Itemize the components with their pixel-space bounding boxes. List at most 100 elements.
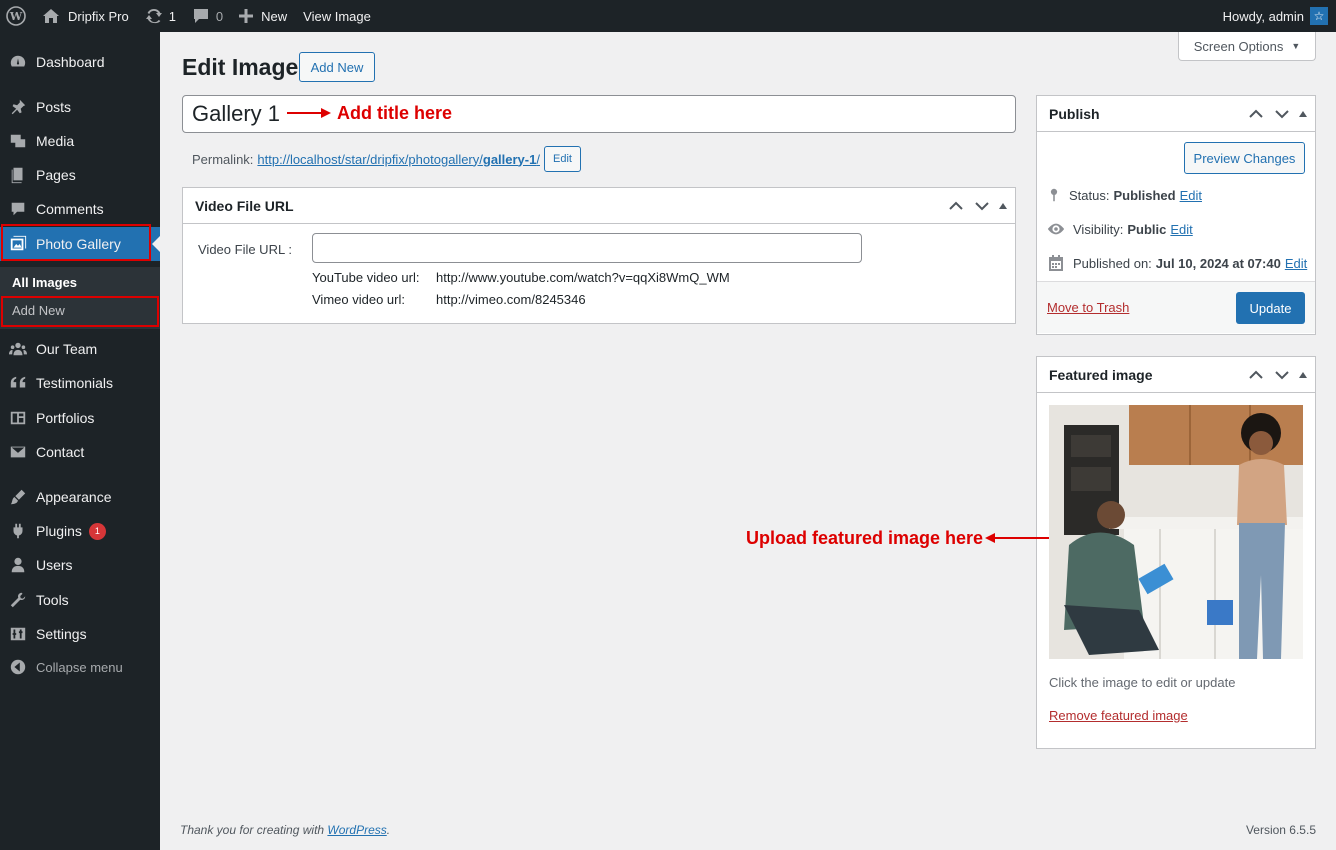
wordpress-link[interactable]: WordPress [327, 823, 386, 837]
toggle-panel-icon[interactable] [1299, 371, 1307, 378]
site-name-link[interactable]: Dripfix Pro [34, 0, 137, 32]
collapse-label: Collapse menu [36, 659, 123, 675]
sidebar-item-testimonials[interactable]: Testimonials [0, 366, 160, 400]
mail-icon [0, 443, 36, 461]
sidebar-item-contact[interactable]: Contact [0, 435, 160, 469]
sidebar-item-pages[interactable]: Pages [0, 158, 160, 192]
featured-image-help: Click the image to edit or update [1049, 675, 1236, 690]
sidebar-item-label: Portfolios [36, 410, 95, 426]
svg-text:W: W [9, 10, 23, 23]
add-new-button[interactable]: Add New [299, 52, 375, 82]
move-to-trash-link[interactable]: Move to Trash [1047, 300, 1129, 315]
chevron-up-icon[interactable] [1247, 366, 1265, 384]
submenu-all-images[interactable]: All Images [12, 275, 77, 290]
wrench-icon [0, 591, 36, 609]
sidebar-item-appearance[interactable]: Appearance [0, 480, 160, 514]
box-handles [947, 197, 1015, 215]
permalink-slug: gallery-1 [482, 151, 537, 167]
sidebar-item-label: Tools [36, 592, 69, 608]
published-on-edit-link[interactable]: Edit [1285, 256, 1307, 271]
featured-box-header: Featured image [1037, 357, 1315, 393]
avatar: ☆ [1310, 7, 1328, 25]
screen-options-button[interactable]: Screen Options ▼ [1178, 32, 1316, 61]
video-file-url-input[interactable] [312, 233, 862, 263]
new-label: New [261, 8, 288, 24]
published-on-row: Published on: Jul 10, 2024 at 07:40 Edit [1047, 254, 1307, 272]
sidebar-item-label: Users [36, 557, 73, 573]
remove-featured-image-link[interactable]: Remove featured image [1049, 708, 1188, 723]
calendar-icon [1049, 255, 1063, 271]
sidebar-item-portfolios[interactable]: Portfolios [0, 401, 160, 435]
settings-icon [0, 625, 36, 643]
youtube-example: http://www.youtube.com/watch?v=qqXi8WmQ_… [436, 270, 730, 285]
annotation-featured: Upload featured image here [746, 528, 984, 548]
sidebar-item-label: Appearance [36, 489, 112, 505]
visibility-edit-link[interactable]: Edit [1170, 222, 1192, 237]
sidebar-item-comments[interactable]: Comments [0, 192, 160, 226]
sidebar-item-label: Testimonials [36, 375, 114, 391]
sidebar-item-dashboard[interactable]: Dashboard [0, 45, 160, 79]
box-handles [1247, 105, 1315, 123]
chevron-down-icon[interactable] [1273, 105, 1291, 123]
status-value: Published [1113, 187, 1176, 203]
toggle-panel-icon[interactable] [1299, 110, 1307, 117]
sidebar-item-label: Posts [36, 99, 72, 115]
plugins-update-badge: 1 [88, 522, 106, 540]
updates-count: 1 [168, 8, 176, 24]
sidebar-item-plugins[interactable]: Plugins 1 [0, 514, 160, 548]
sidebar-item-users[interactable]: Users [0, 548, 160, 582]
chevron-up-icon[interactable] [947, 197, 965, 215]
video-box-title: Video File URL [195, 197, 294, 214]
published-on-label: Published on: [1073, 255, 1152, 271]
sidebar-item-tools[interactable]: Tools [0, 583, 160, 617]
media-icon [0, 132, 36, 150]
permalink-edit-button[interactable]: Edit [543, 146, 581, 172]
comments-link[interactable]: 0 [184, 0, 231, 32]
youtube-label: YouTube video url: [312, 270, 420, 285]
sidebar-item-settings[interactable]: Settings [0, 617, 160, 651]
toggle-panel-icon[interactable] [999, 202, 1007, 209]
team-icon [0, 340, 36, 358]
admin-bar: W Dripfix Pro 1 0 New View Image Howdy, … [0, 0, 1336, 32]
visibility-value: Public [1127, 221, 1167, 237]
preview-changes-button[interactable]: Preview Changes [1184, 142, 1305, 174]
updates-link[interactable]: 1 [137, 0, 184, 32]
sidebar-item-label: Comments [36, 201, 104, 217]
new-content-link[interactable]: New [231, 0, 295, 32]
status-edit-link[interactable]: Edit [1180, 188, 1202, 203]
vimeo-label: Vimeo video url: [312, 292, 405, 307]
arrow-right-icon [287, 108, 331, 118]
featured-photo [1049, 405, 1303, 659]
permalink-row: Permalink: http://localhost/star/dripfix… [192, 146, 581, 172]
view-image-link[interactable]: View Image [295, 0, 379, 32]
featured-image-thumbnail[interactable] [1049, 405, 1303, 659]
sidebar-item-media[interactable]: Media [0, 124, 160, 158]
permalink-link[interactable]: http://localhost/star/dripfix/photogalle… [257, 152, 540, 167]
pages-icon [0, 166, 36, 184]
comment-icon [193, 9, 208, 23]
wordpress-logo-icon[interactable]: W [0, 0, 34, 32]
status-row: Status: Published Edit [1047, 186, 1202, 204]
quote-icon [0, 374, 36, 392]
sidebar-item-posts[interactable]: Posts [0, 90, 160, 124]
page-title: Edit Image [182, 54, 299, 80]
plus-icon [239, 9, 254, 23]
collapse-icon [0, 658, 36, 676]
view-image-label: View Image [303, 8, 371, 24]
chevron-up-icon[interactable] [1247, 105, 1265, 123]
sidebar-item-label: Dashboard [36, 54, 105, 70]
pin-icon [0, 98, 36, 116]
portfolio-icon [0, 409, 36, 427]
sidebar-item-label: Our Team [36, 341, 98, 357]
dashboard-icon [0, 53, 36, 71]
sidebar-item-our-team[interactable]: Our Team [0, 332, 160, 366]
footer-thanks: Thank you for creating with WordPress. [180, 823, 390, 837]
update-button[interactable]: Update [1236, 292, 1305, 324]
collapse-menu-button[interactable]: Collapse menu [0, 650, 160, 684]
chevron-down-icon[interactable] [973, 197, 991, 215]
chevron-down-icon[interactable] [1273, 366, 1291, 384]
my-account[interactable]: Howdy, admin ☆ [1223, 7, 1336, 25]
status-label: Status: [1069, 187, 1110, 203]
permalink-base: http://localhost/star/dripfix/photogalle… [257, 151, 483, 167]
screen-options-label: Screen Options [1193, 38, 1284, 54]
